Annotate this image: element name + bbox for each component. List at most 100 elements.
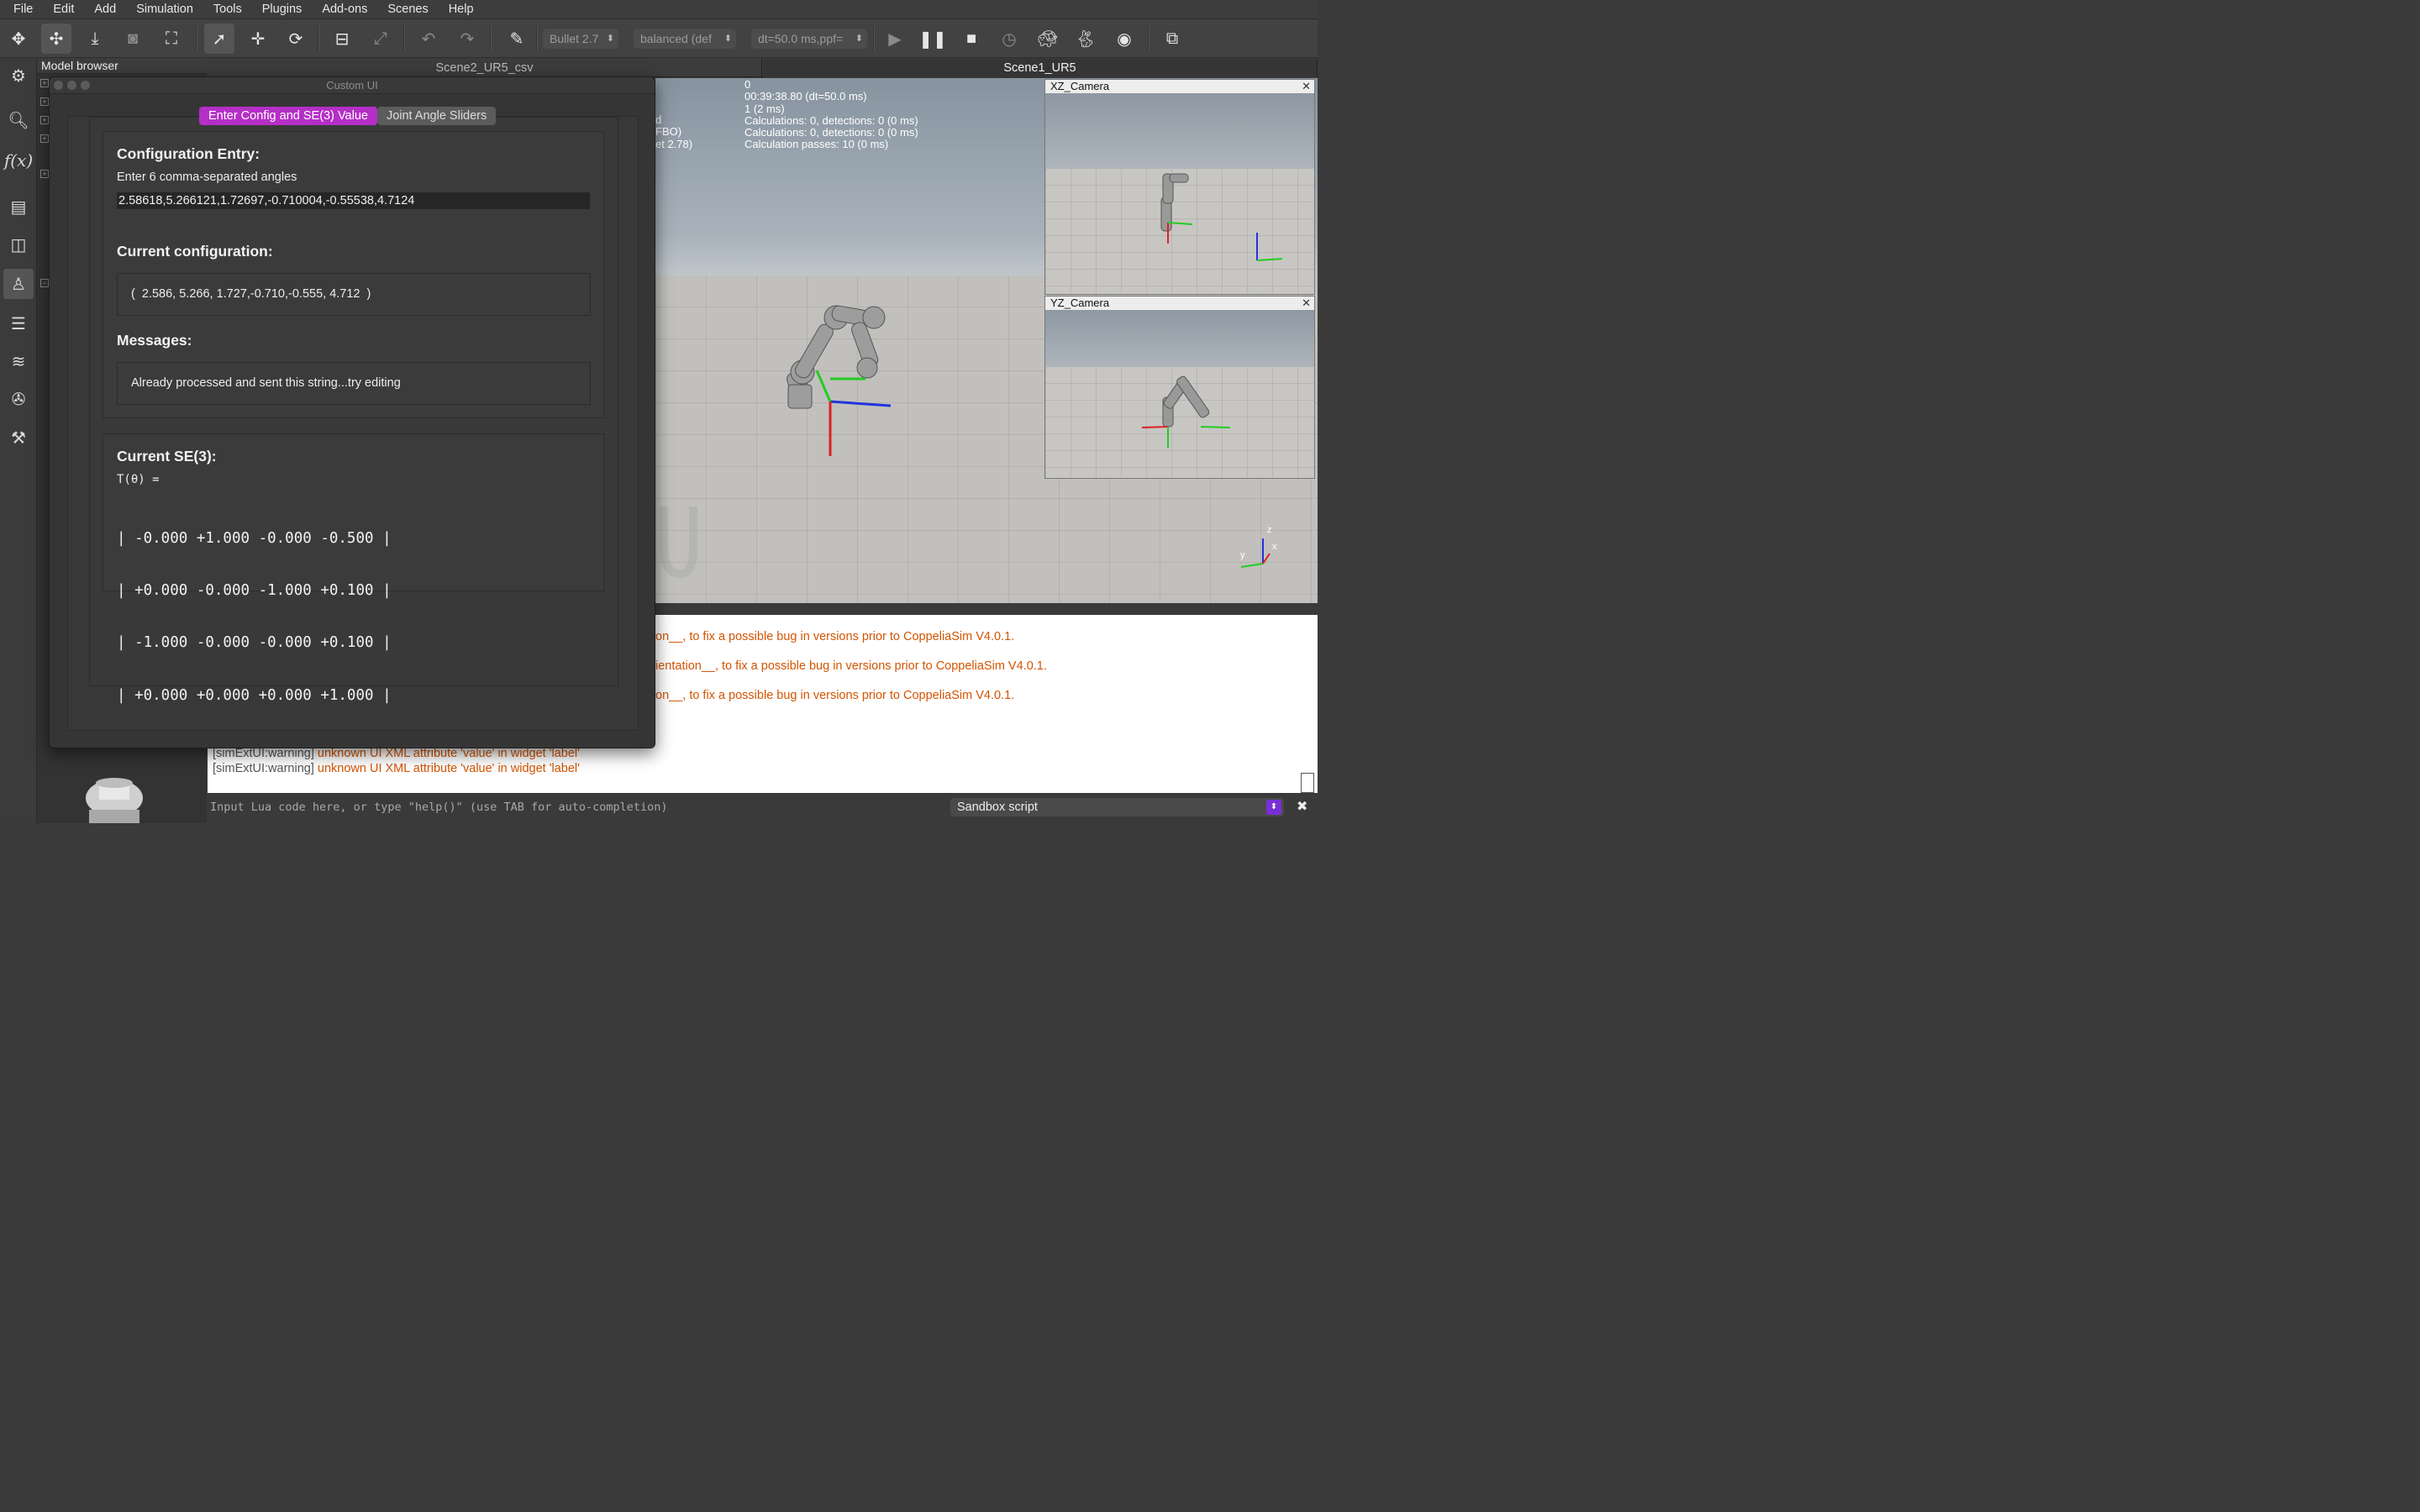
tree-expand-icon[interactable]: + (40, 170, 49, 178)
close-icon[interactable]: ✕ (1302, 297, 1311, 310)
menu-plugins[interactable]: Plugins (252, 0, 313, 19)
speed-up-icon[interactable]: 🐇︎ (1071, 24, 1101, 54)
console-scroll-handle[interactable] (1301, 773, 1314, 793)
timestep-select[interactable]: dt=50.0 ms,ppf= ⬍ (751, 29, 867, 49)
left-tool-strip: ⚙ 🔍︎ f(x) ▤ ◫ ♙ ☰ ≋ ✇ ⚒ (0, 59, 37, 823)
tree-expand-icon[interactable]: − (40, 279, 49, 287)
object-shift-icon[interactable]: ✛ (243, 24, 273, 54)
page-selector-icon[interactable]: ⧉ (1157, 24, 1187, 54)
se3-heading: Current SE(3): (117, 448, 217, 465)
undo-icon[interactable]: ↶ (413, 24, 444, 54)
console-tag: [simExtUI:warning] (213, 747, 314, 760)
se3-group: Current SE(3): T(θ) = | -0.000 +1.000 -0… (103, 433, 604, 704)
tab-page: Configuration Entry: Enter 6 comma-separ… (89, 117, 618, 704)
physics-engine-value: Bullet 2.7 (550, 32, 599, 45)
fit-view-icon[interactable]: ⛶ (156, 24, 187, 54)
script-icon[interactable]: ▤ (3, 192, 34, 222)
axis-label-y: y (1240, 550, 1245, 560)
lua-command-input[interactable]: Input Lua code here, or type "help()" (u… (208, 796, 947, 818)
yz-camera-view[interactable]: YZ_Camera ✕ (1044, 296, 1315, 479)
close-icon[interactable]: ✕ (1302, 80, 1311, 93)
xz-camera-view[interactable]: XZ_Camera ✕ (1044, 79, 1315, 295)
brush-icon[interactable]: ✎ (502, 24, 532, 54)
object-rotate-icon[interactable]: ⟳ (281, 24, 311, 54)
tab-scene2[interactable]: Scene2_UR5_csv (208, 59, 762, 77)
tab-scene1[interactable]: Scene1_UR5 (763, 59, 1318, 77)
toolbar-separator (196, 26, 197, 51)
ur5-robot[interactable] (773, 288, 916, 465)
info-line: 0 (744, 78, 751, 91)
menu-add-ons[interactable]: Add-ons (312, 0, 377, 19)
info-line: Calculation passes: 10 (0 ms) (744, 138, 889, 151)
toolbar-separator (403, 26, 405, 51)
close-icon[interactable]: ✖ (1297, 798, 1310, 816)
scene-tabs: Scene2_UR5_csv Scene1_UR5 (208, 59, 1318, 77)
chevron-updown-icon: ⬍ (855, 34, 863, 44)
scene-hierarchy-icon[interactable]: ☰ (3, 308, 34, 339)
zoom-icon[interactable]: 🔍︎ (3, 105, 34, 135)
click-select-icon[interactable]: ➚ (204, 24, 234, 54)
console-warning: ientation__, to fix a possible bug in ve… (655, 659, 1047, 673)
info-fragment: d (655, 113, 662, 126)
chevron-updown-icon: ⬍ (723, 34, 732, 44)
xz-axis-gizmo (1256, 233, 1283, 261)
rotate-icon[interactable]: ✣ (41, 24, 71, 54)
tree-expand-icon[interactable]: + (40, 134, 49, 143)
model-browser-icon[interactable]: ♙ (3, 269, 34, 299)
xz-sky (1045, 93, 1314, 169)
tree-expand-icon[interactable]: + (40, 97, 49, 106)
menu-simulation[interactable]: Simulation (126, 0, 203, 19)
redo-icon[interactable]: ↷ (452, 24, 482, 54)
tab-joint-sliders[interactable]: Joint Angle Sliders (376, 107, 497, 125)
console-message: unknown UI XML attribute 'value' in widg… (317, 762, 580, 775)
tab-frame: Configuration Entry: Enter 6 comma-separ… (67, 116, 639, 731)
tab-enter-config[interactable]: Enter Config and SE(3) Value (199, 107, 377, 125)
script-selector[interactable]: Sandbox script ⬍ (950, 798, 1284, 816)
slow-down-icon[interactable]: 🐢︎ (1033, 24, 1063, 54)
menu-file[interactable]: File (0, 0, 43, 19)
transfer-icon[interactable]: ⤢ (366, 24, 396, 54)
console-line: [simExtUI:warning] unknown UI XML attrib… (213, 762, 580, 775)
chevron-updown-icon: ⬍ (606, 34, 614, 44)
move-icon[interactable]: ✥ (3, 24, 34, 54)
pause-icon[interactable]: ❚❚ (918, 24, 948, 54)
toolbar-separator (1148, 26, 1150, 51)
robot-model-thumbnail[interactable] (55, 773, 165, 823)
simulation-settings-icon[interactable]: ⚙ (3, 60, 34, 91)
layers-icon[interactable]: ≋ (3, 346, 34, 376)
assemble-icon[interactable]: ⊟ (327, 24, 357, 54)
dialog-title: Custom UI (326, 79, 378, 92)
scene-viewport[interactable]: d FBO) et 2.78) 0 00:39:38.80 (dt=50.0 ms) 1… (655, 78, 1318, 603)
xz-robot (1160, 173, 1193, 244)
user-settings-icon[interactable]: ⚒ (3, 423, 34, 453)
config-input[interactable] (117, 192, 590, 209)
toolbar-separator (873, 26, 875, 51)
stop-icon[interactable]: ■ (956, 24, 986, 54)
shape-edit-icon[interactable]: ◫ (3, 229, 34, 260)
messages-value: Already processed and sent this string..… (117, 362, 591, 405)
menu-bar: File Edit Add Simulation Tools Plugins A… (0, 0, 1318, 19)
play-icon[interactable]: ▶ (880, 24, 910, 54)
menu-scenes[interactable]: Scenes (377, 0, 438, 19)
real-time-icon[interactable]: ◷ (994, 24, 1024, 54)
menu-help[interactable]: Help (439, 0, 484, 19)
config-group: Configuration Entry: Enter 6 comma-separ… (103, 131, 604, 418)
camera-icon[interactable]: ◙ (118, 24, 148, 54)
menu-add[interactable]: Add (84, 0, 126, 19)
physics-engine-select[interactable]: Bullet 2.7 ⬍ (543, 29, 618, 49)
se3-matrix-row: | -0.000 +1.000 -0.000 -0.500 | (117, 529, 392, 547)
menu-edit[interactable]: Edit (43, 0, 84, 19)
tree-expand-icon[interactable]: + (40, 79, 49, 87)
custom-ui-dialog: Custom UI Enter Config and SE(3) Value J… (49, 76, 655, 748)
main-toolbar: ✥ ✣ ⤓ ◙ ⛶ ➚ ✛ ⟳ ⊟ ⤢ ↶ ↷ ✎ Bullet 2.7 ⬍ ba… (0, 19, 1318, 58)
axis-label-z: z (1267, 525, 1272, 535)
visualization-icon[interactable]: ◉ (1109, 24, 1139, 54)
tree-expand-icon[interactable]: + (40, 116, 49, 124)
shift-down-icon[interactable]: ⤓ (80, 24, 110, 54)
calculation-modules-icon[interactable]: f(x) (3, 145, 34, 176)
menu-tools[interactable]: Tools (203, 0, 252, 19)
dialog-titlebar[interactable]: Custom UI (50, 77, 655, 94)
yz-camera-title: YZ_Camera (1045, 297, 1314, 310)
accuracy-select[interactable]: balanced (def ⬍ (634, 29, 736, 49)
video-recorder-icon[interactable]: ✇ (3, 384, 34, 414)
